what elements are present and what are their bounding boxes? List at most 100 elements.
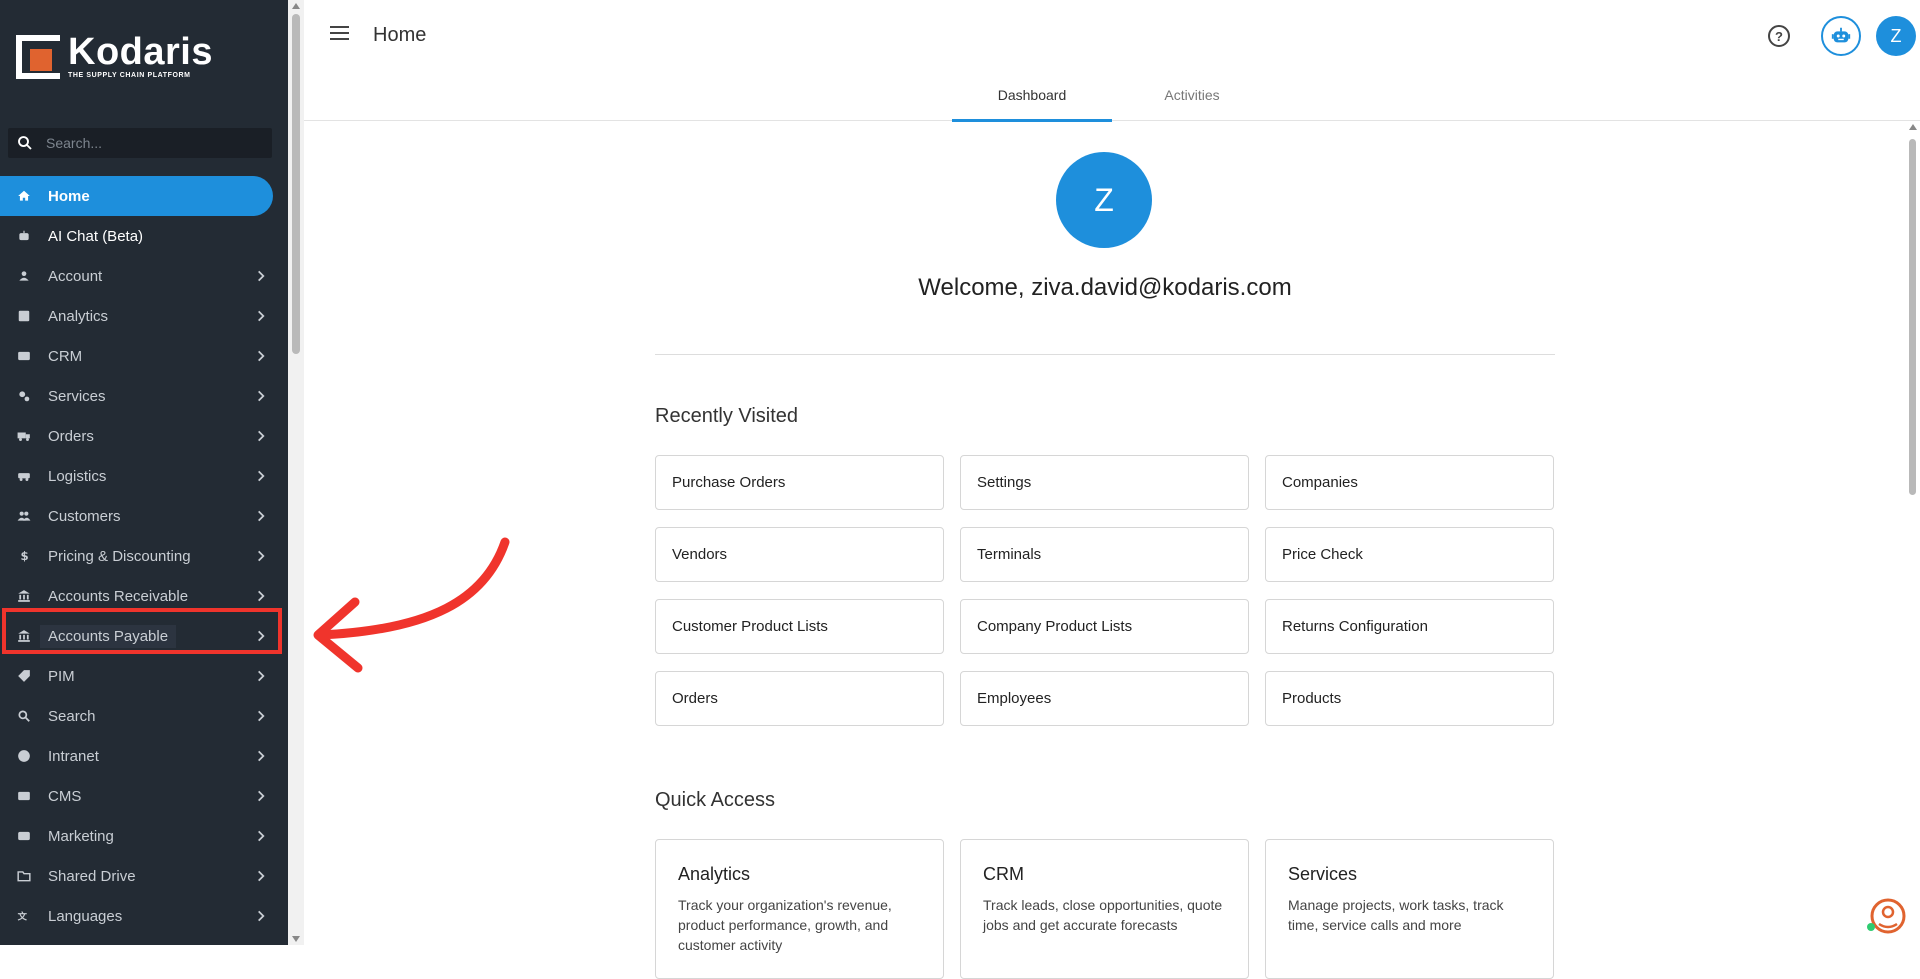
recent-card[interactable]: Customer Product Lists — [655, 599, 944, 654]
sidebar-item-home[interactable]: Home — [0, 176, 273, 216]
kodaris-logo[interactable]: Kodaris THE SUPPLY CHAIN PLATFORM — [16, 31, 213, 79]
quick-access-card[interactable]: Analytics Track your organization's reven… — [655, 839, 944, 979]
sidebar-item-label: AI Chat (Beta) — [48, 227, 144, 245]
divider — [655, 354, 1555, 355]
sidebar-item-label: Home — [48, 187, 90, 205]
quick-access-card[interactable]: CRM Track leads, close opportunities, quo… — [960, 839, 1249, 979]
sidebar-item-account[interactable]: Account — [0, 256, 288, 296]
sidebar-item-label: Services — [48, 387, 106, 405]
chevron-right-icon — [258, 390, 265, 402]
truck-icon — [16, 428, 32, 444]
chevron-right-icon — [258, 830, 265, 842]
recent-card[interactable]: Orders — [655, 671, 944, 726]
sidebar-item-pim[interactable]: PIM — [0, 656, 288, 696]
chevron-right-icon — [258, 470, 265, 482]
chevron-right-icon — [258, 790, 265, 802]
sidebar-item-marketing[interactable]: Marketing — [0, 816, 288, 856]
people-icon — [16, 508, 32, 524]
svg-text:$: $ — [21, 549, 29, 563]
sidebar-item-label: Search — [48, 707, 96, 725]
sidebar-item-pricing-discounting[interactable]: $ Pricing & Discounting — [0, 536, 288, 576]
search-input[interactable] — [46, 135, 256, 151]
sidebar-item-shared-drive[interactable]: Shared Drive — [0, 856, 288, 896]
recent-card[interactable]: Terminals — [960, 527, 1249, 582]
sidebar-item-label: Languages — [48, 907, 123, 925]
chevron-right-icon — [258, 430, 265, 442]
recently-visited-title: Recently Visited — [655, 405, 799, 427]
sidebar-item-ai-chat-beta[interactable]: AI Chat (Beta) — [0, 216, 288, 256]
sidebar-item-label: PIM — [48, 667, 75, 685]
scroll-up-arrow-icon[interactable] — [1909, 124, 1917, 130]
hamburger-menu-icon[interactable] — [330, 26, 352, 46]
recent-card[interactable]: Employees — [960, 671, 1249, 726]
quick-access-title: CRM — [983, 864, 1024, 884]
recent-card[interactable]: Vendors — [655, 527, 944, 582]
scroll-down-arrow-icon[interactable] — [292, 936, 300, 942]
sidebar-item-crm[interactable]: CRM — [0, 336, 288, 376]
help-icon[interactable]: ? — [1768, 25, 1790, 47]
chart-icon — [16, 308, 32, 324]
sidebar-item-search[interactable]: Search — [0, 696, 288, 736]
quick-access-desc: Track your organization's revenue, produ… — [678, 897, 892, 953]
annotation-arrow-icon — [313, 537, 510, 673]
scroll-up-arrow-icon[interactable] — [292, 3, 300, 9]
user-avatar[interactable]: Z — [1876, 16, 1916, 56]
main-scrollbar[interactable] — [1904, 121, 1920, 945]
sidebar-scrollbar[interactable] — [288, 0, 304, 945]
quick-access-grid: Analytics Track your organization's reven… — [655, 839, 1555, 979]
chat-support-icon[interactable] — [1864, 894, 1908, 938]
quick-access-desc: Manage projects, work tasks, track time,… — [1288, 897, 1504, 933]
tab-dashboard[interactable]: Dashboard — [952, 72, 1112, 122]
recent-card[interactable]: Companies — [1265, 455, 1554, 510]
sidebar-item-label: Intranet — [48, 747, 99, 765]
folder-icon — [16, 868, 32, 884]
quick-access-title: Quick Access — [655, 789, 776, 811]
recent-card[interactable]: Returns Configuration — [1265, 599, 1554, 654]
sidebar-item-services[interactable]: Services — [0, 376, 288, 416]
chevron-right-icon — [258, 590, 265, 602]
sidebar-item-accounts-receivable[interactable]: Accounts Receivable — [0, 576, 288, 616]
recently-visited-grid: Purchase Orders Settings Companies Vendors T… — [655, 455, 1555, 726]
sidebar-item-logistics[interactable]: Logistics — [0, 456, 288, 496]
sidebar-item-label: Marketing — [48, 827, 114, 845]
logo-name: Kodaris — [68, 31, 213, 73]
recent-card[interactable]: Products — [1265, 671, 1554, 726]
quick-access-card[interactable]: Services Manage projects, work tasks, tra… — [1265, 839, 1554, 979]
sidebar-item-orders[interactable]: Orders — [0, 416, 288, 456]
sidebar-item-customers[interactable]: Customers — [0, 496, 288, 536]
ai-bot-button[interactable] — [1821, 16, 1861, 56]
tab-activities[interactable]: Activities — [1112, 72, 1272, 121]
recent-card[interactable]: Settings — [960, 455, 1249, 510]
bank-icon — [16, 588, 32, 604]
top-bar: Home ? Z Dashboard Activities — [304, 0, 1920, 122]
sidebar-item-label: CRM — [48, 347, 83, 365]
search-icon — [16, 708, 32, 724]
sidebar-item-intranet[interactable]: Intranet — [0, 736, 288, 776]
sidebar-nav: Home AI Chat (Beta) Account Analytics CRM Ser… — [0, 176, 288, 936]
main-scroll-thumb[interactable] — [1909, 139, 1916, 495]
gears-icon — [16, 388, 32, 404]
sidebar-item-cms[interactable]: CMS — [0, 776, 288, 816]
contact-card-icon — [16, 348, 32, 364]
recent-card[interactable]: Company Product Lists — [960, 599, 1249, 654]
chevron-right-icon — [258, 350, 265, 362]
sidebar-item-languages[interactable]: 文 Languages — [0, 896, 288, 936]
svg-text:文: 文 — [17, 911, 28, 923]
chevron-right-icon — [258, 710, 265, 722]
tab-bar: Dashboard Activities — [952, 72, 1272, 122]
recent-card[interactable]: Price Check — [1265, 527, 1554, 582]
robot-icon — [16, 228, 32, 244]
recent-card[interactable]: Purchase Orders — [655, 455, 944, 510]
home-icon — [16, 188, 32, 204]
sidebar-item-analytics[interactable]: Analytics — [0, 296, 288, 336]
sidebar-item-label: Logistics — [48, 467, 107, 485]
sidebar: Kodaris THE SUPPLY CHAIN PLATFORM Home AI… — [0, 0, 288, 945]
sidebar-item-label: Customers — [48, 507, 121, 525]
quick-access-desc: Track leads, close opportunities, quote … — [983, 897, 1223, 933]
sidebar-scroll-thumb[interactable] — [292, 14, 300, 354]
chevron-right-icon — [258, 910, 265, 922]
chevron-right-icon — [258, 750, 265, 762]
sidebar-item-label: Shared Drive — [48, 867, 136, 885]
sidebar-item-accounts-payable[interactable]: Accounts Payable — [0, 616, 288, 656]
chevron-right-icon — [258, 310, 265, 322]
